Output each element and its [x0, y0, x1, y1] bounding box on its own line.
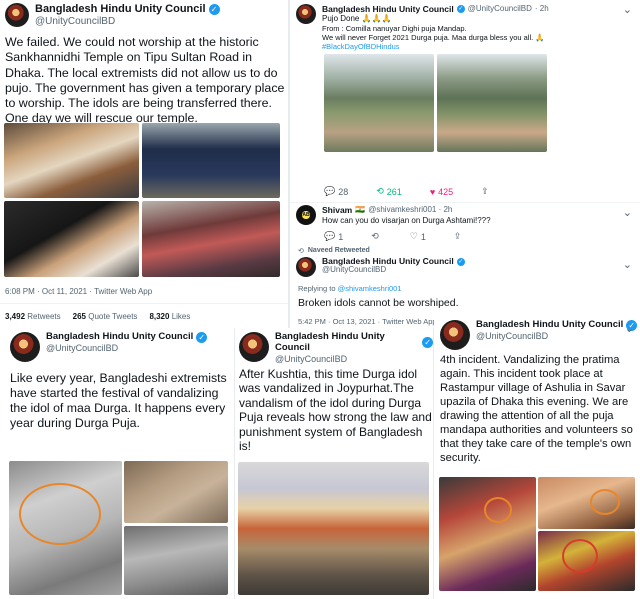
- verified-badge-icon: ✓: [422, 337, 433, 349]
- highlight-circle: [19, 483, 101, 545]
- photo-idol-broken[interactable]: [4, 201, 139, 277]
- share-icon: ⇪: [453, 231, 462, 241]
- verified-badge-icon: ✓: [456, 5, 465, 14]
- tweet-line-1: Pujo Done: [322, 14, 360, 24]
- photo-river-idol-2[interactable]: [437, 54, 547, 152]
- replying-to-link[interactable]: @shivamkeshri001: [338, 284, 402, 293]
- avatar[interactable]: PABL: [296, 205, 316, 225]
- display-name[interactable]: Shivam: [322, 205, 352, 216]
- avatar[interactable]: [296, 4, 316, 24]
- reply-button[interactable]: 💬 28: [324, 186, 348, 197]
- avatar[interactable]: [5, 3, 29, 27]
- verified-badge-icon: ✓: [456, 257, 465, 266]
- photo-protest[interactable]: [142, 201, 280, 277]
- highlight-circle: [590, 489, 620, 515]
- photo-idol-heads[interactable]: [124, 461, 228, 523]
- reply-text: How can you do visarjan on Durga Ashtami…: [322, 216, 491, 226]
- pray-emoji-icon: 🙏🙏🙏: [361, 14, 392, 24]
- display-name[interactable]: Bangladesh Hindu Unity Council: [476, 319, 623, 331]
- more-options-icon[interactable]: ⌄: [623, 206, 632, 219]
- retweet-button[interactable]: ⟲ 261: [376, 186, 402, 197]
- heart-icon: ♥: [429, 186, 436, 197]
- photo-broken-idol-large[interactable]: [9, 461, 122, 595]
- like-count[interactable]: 8,320 Likes: [149, 312, 190, 321]
- tweet-timestamp[interactable]: 5:42 PM · Oct 13, 2021 · Twitter Web App: [298, 317, 437, 326]
- more-options-icon[interactable]: ⌄: [623, 3, 632, 16]
- verified-badge-icon: ✓: [208, 3, 220, 15]
- tweet-card-5: Bangladesh Hindu Unity Council ✓ @UnityCo…: [235, 328, 433, 599]
- share-button[interactable]: ⇪: [454, 231, 462, 242]
- avatar[interactable]: [440, 320, 470, 350]
- reply-button[interactable]: 💬 1: [324, 231, 343, 242]
- highlight-circle: [484, 497, 512, 523]
- share-icon: ⇪: [481, 186, 489, 196]
- photo-idols-truck[interactable]: [4, 123, 139, 198]
- verified-badge-icon: ✓: [196, 332, 208, 343]
- like-button[interactable]: ♥ 425: [430, 187, 453, 197]
- display-name[interactable]: Bangladesh Hindu Unity Council: [35, 3, 206, 16]
- handle[interactable]: @UnityCouncilBD: [468, 4, 532, 14]
- hashtag-link[interactable]: #BlackDayOfBDHindus: [322, 42, 549, 51]
- handle[interactable]: @UnityCouncilBD: [322, 266, 465, 275]
- reply-icon: 💬: [324, 231, 336, 241]
- tweet-line-2: From : Comilla nanuyar Dighi puja Mandap…: [322, 23, 467, 33]
- tweet-card-6: Bangladesh Hindu Unity Council ✓ @UnityCo…: [434, 316, 640, 599]
- tweet-card-2: Bangladesh Hindu Unity Council ✓ @UnityC…: [290, 0, 640, 328]
- share-button[interactable]: ⇪: [481, 186, 489, 197]
- handle[interactable]: @UnityCouncilBD: [35, 16, 220, 28]
- retweet-small-icon: ⟲: [298, 248, 304, 255]
- tweet-card-4: Bangladesh Hindu Unity Council ✓ @UnityCo…: [0, 328, 234, 599]
- tweet-text: Like every year, Bangladeshi extremists …: [10, 371, 227, 431]
- highlight-circle: [562, 539, 598, 573]
- photo-pratima-2[interactable]: [538, 477, 635, 529]
- tweet-line-3: We will never Forget 2021 Durga puja. Ma…: [322, 32, 534, 42]
- photo-pratima-1[interactable]: [439, 477, 536, 591]
- handle[interactable]: @UnityCouncilBD: [476, 331, 637, 341]
- replying-label: Replying to: [298, 284, 336, 293]
- tweet-text: 4th incident. Vandalizing the pratima ag…: [440, 354, 633, 464]
- retweet-button[interactable]: ⟲: [371, 231, 382, 242]
- india-flag-icon: 🇮🇳: [355, 205, 366, 215]
- like-button[interactable]: ♡ 1: [410, 231, 426, 242]
- avatar[interactable]: [296, 257, 316, 277]
- avatar[interactable]: [10, 332, 40, 362]
- retweet-icon: ⟲: [376, 186, 384, 196]
- retweet-count[interactable]: 3,492 Retweets: [5, 312, 61, 321]
- display-name[interactable]: Bangladesh Hindu Unity Council: [322, 4, 454, 14]
- handle[interactable]: @shivamkeshri001 · 2h: [368, 205, 452, 215]
- heart-icon: ♡: [409, 231, 418, 241]
- display-name[interactable]: Bangladesh Hindu Unity Council: [46, 331, 193, 343]
- more-options-icon[interactable]: ⌄: [625, 322, 634, 335]
- handle[interactable]: @UnityCouncilBD: [46, 343, 207, 353]
- reply-icon: 💬: [324, 186, 336, 196]
- tweet-text: We failed. We could not worship at the h…: [5, 35, 285, 126]
- handle[interactable]: @UnityCouncilBD: [275, 354, 433, 364]
- photo-pratima-3[interactable]: [538, 531, 635, 591]
- tweet-time[interactable]: · 2h: [535, 4, 549, 14]
- tweet-text: Broken idols cannot be worshiped.: [298, 297, 459, 309]
- retweet-icon: ⟲: [371, 231, 379, 241]
- photo-vandalized-mandap[interactable]: [238, 462, 429, 595]
- tweet-text: After Kushtia, this time Durga idol was …: [239, 367, 432, 453]
- display-name[interactable]: Bangladesh Hindu Unity Council: [275, 331, 419, 354]
- more-options-icon[interactable]: ⌄: [623, 258, 632, 271]
- quote-count[interactable]: 265 Quote Tweets: [73, 312, 138, 321]
- retweeted-by[interactable]: Naveed Retweeted: [308, 247, 370, 255]
- photo-police[interactable]: [142, 123, 280, 198]
- pray-emoji-icon-2: 🙏: [535, 32, 545, 42]
- tweet-timestamp[interactable]: 6:08 PM · Oct 11, 2021 · Twitter Web App: [5, 287, 152, 296]
- avatar[interactable]: [239, 332, 269, 362]
- photo-river-idol-1[interactable]: [324, 54, 434, 152]
- photo-damaged-idols[interactable]: [124, 526, 228, 595]
- tweet-card-1: Bangladesh Hindu Unity Council ✓ @UnityCo…: [0, 0, 288, 328]
